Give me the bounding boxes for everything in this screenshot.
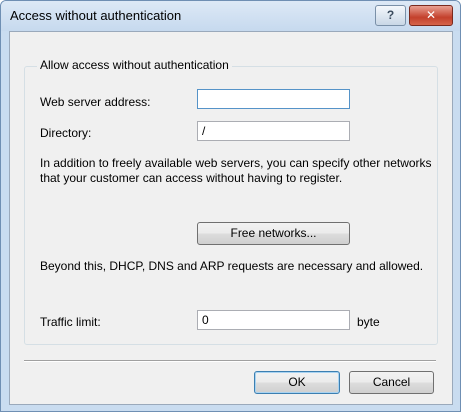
close-button[interactable]: ✕	[409, 5, 453, 26]
web-server-label: Web server address:	[40, 95, 151, 109]
dhcp-info-text: Beyond this, DHCP, DNS and ARP requests …	[40, 259, 424, 273]
free-networks-button[interactable]: Free networks...	[197, 222, 350, 245]
close-icon: ✕	[425, 8, 437, 22]
traffic-limit-label: Traffic limit:	[40, 315, 101, 329]
free-networks-description: In addition to freely available web serv…	[40, 156, 432, 185]
help-icon: ?	[386, 8, 395, 22]
dialog-window: Access without authentication ? ✕ Allow …	[0, 0, 461, 412]
help-button[interactable]: ?	[375, 5, 406, 26]
footer-separator	[24, 360, 436, 362]
window-title: Access without authentication	[10, 8, 182, 23]
cancel-button[interactable]: Cancel	[349, 371, 434, 394]
ok-button[interactable]: OK	[254, 371, 340, 394]
web-server-address-input[interactable]	[197, 89, 350, 109]
directory-input[interactable]: /	[197, 121, 350, 141]
traffic-unit-label: byte	[357, 315, 380, 329]
title-bar[interactable]: Access without authentication ? ✕	[1, 1, 460, 31]
traffic-limit-input[interactable]: 0	[197, 310, 350, 330]
dialog-body: Allow access without authentication Web …	[9, 31, 453, 405]
group-title: Allow access without authentication	[37, 58, 232, 72]
directory-label: Directory:	[40, 126, 92, 140]
